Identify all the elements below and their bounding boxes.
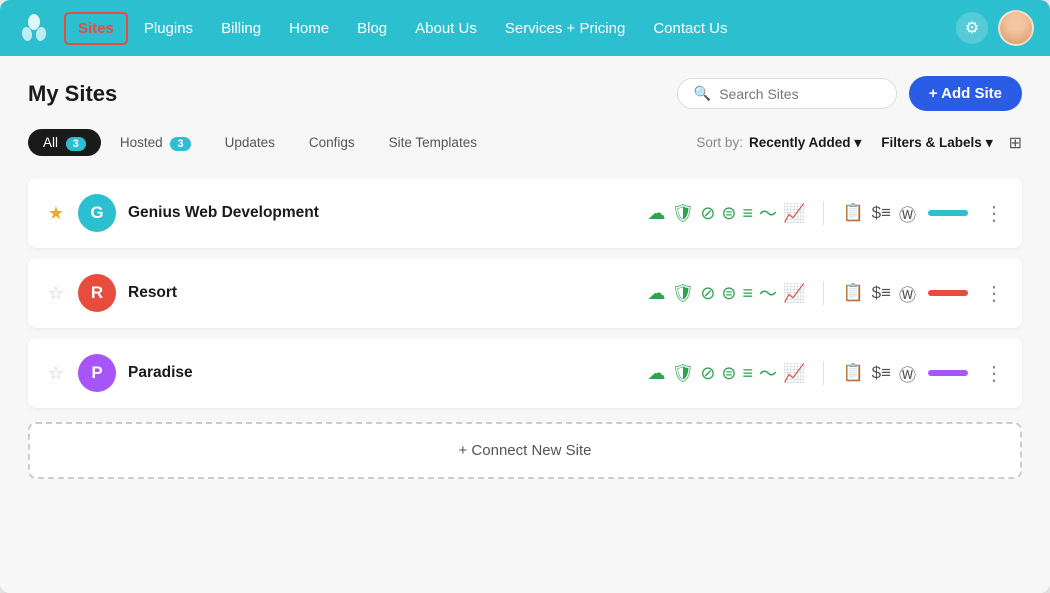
action-icons: 📋 $≡ Ⓦ <box>842 201 916 226</box>
divider <box>823 361 824 385</box>
site-status-icons: ☁ 🛡 ⊘ ⊜ ≡ 〜 📈 <box>647 360 805 386</box>
site-row: ★ G Genius Web Development ☁ 🛡 ⊘ ⊜ ≡ 〜 📈… <box>28 178 1022 248</box>
filter-configs[interactable]: Configs <box>294 129 370 156</box>
search-input[interactable] <box>719 86 879 102</box>
site-avatar: R <box>78 274 116 312</box>
shield-icon: 🛡 <box>671 203 694 224</box>
billing-icon[interactable]: $≡ <box>872 203 891 223</box>
site-name: Resort <box>128 284 635 302</box>
site-avatar: G <box>78 194 116 232</box>
sort-select[interactable]: Recently Added ▾ <box>749 135 861 151</box>
nav-about[interactable]: About Us <box>403 14 489 43</box>
action-icons: 📋 $≡ Ⓦ <box>842 361 916 386</box>
add-site-button[interactable]: + Add Site <box>909 76 1022 111</box>
nav-contact[interactable]: Contact Us <box>641 14 739 43</box>
pulse-icon: 〜 <box>759 280 777 306</box>
settings-icon[interactable]: ⚙ <box>956 12 988 44</box>
layers-icon: ⊜ <box>721 363 736 384</box>
menu-icon: ≡ <box>743 363 754 384</box>
grid-view-icon[interactable]: ⊞ <box>1009 133 1022 153</box>
cloud-icon: ☁ <box>647 283 665 304</box>
navbar: Sites Plugins Billing Home Blog About Us… <box>0 0 1050 56</box>
star-icon[interactable]: ☆ <box>46 363 66 384</box>
billing-icon[interactable]: $≡ <box>872 283 891 303</box>
site-color-bar <box>928 290 968 296</box>
circle-slash-icon: ⊘ <box>700 283 715 304</box>
site-avatar: P <box>78 354 116 392</box>
site-status-icons: ☁ 🛡 ⊘ ⊜ ≡ 〜 📈 <box>647 280 805 306</box>
divider <box>823 281 824 305</box>
chart-icon: 📈 <box>783 203 805 224</box>
star-icon[interactable]: ★ <box>46 203 66 224</box>
more-options-icon[interactable]: ⋮ <box>984 201 1004 226</box>
site-row: ☆ P Paradise ☁ 🛡 ⊘ ⊜ ≡ 〜 📈 📋 $≡ Ⓦ <box>28 338 1022 408</box>
page-title: My Sites <box>28 81 677 107</box>
site-color-bar <box>928 210 968 216</box>
layers-icon: ⊜ <box>721 283 736 304</box>
cloud-icon: ☁ <box>647 363 665 384</box>
pulse-icon: 〜 <box>759 200 777 226</box>
shield-icon: 🛡 <box>671 283 694 304</box>
connect-new-site-button[interactable]: + Connect New Site <box>28 422 1022 479</box>
nav-plugins[interactable]: Plugins <box>132 14 205 43</box>
document-icon[interactable]: 📋 <box>842 283 863 303</box>
connect-label: + Connect New Site <box>459 442 592 459</box>
site-row: ☆ R Resort ☁ 🛡 ⊘ ⊜ ≡ 〜 📈 📋 $≡ Ⓦ <box>28 258 1022 328</box>
top-row: My Sites 🔍 + Add Site <box>28 76 1022 111</box>
cloud-icon: ☁ <box>647 203 665 224</box>
filters-labels-button[interactable]: Filters & Labels ▾ <box>881 135 992 151</box>
wordpress-icon[interactable]: Ⓦ <box>899 201 916 226</box>
wordpress-icon[interactable]: Ⓦ <box>899 281 916 306</box>
nav-sites[interactable]: Sites <box>64 12 128 45</box>
nav-services[interactable]: Services + Pricing <box>493 14 637 43</box>
circle-slash-icon: ⊘ <box>700 363 715 384</box>
menu-icon: ≡ <box>743 203 754 224</box>
document-icon[interactable]: 📋 <box>842 203 863 223</box>
more-options-icon[interactable]: ⋮ <box>984 281 1004 306</box>
action-icons: 📋 $≡ Ⓦ <box>842 281 916 306</box>
pulse-icon: 〜 <box>759 360 777 386</box>
site-color-bar <box>928 370 968 376</box>
sites-list: ★ G Genius Web Development ☁ 🛡 ⊘ ⊜ ≡ 〜 📈… <box>28 178 1022 418</box>
document-icon[interactable]: 📋 <box>842 363 863 383</box>
nav-billing[interactable]: Billing <box>209 14 273 43</box>
logo <box>16 10 52 46</box>
star-icon[interactable]: ☆ <box>46 283 66 304</box>
shield-icon: 🛡 <box>671 363 694 384</box>
filter-all[interactable]: All 3 <box>28 129 101 156</box>
divider <box>823 201 824 225</box>
hosted-count: 3 <box>170 137 190 151</box>
wordpress-icon[interactable]: Ⓦ <box>899 361 916 386</box>
filter-site-templates[interactable]: Site Templates <box>374 129 492 156</box>
filter-hosted[interactable]: Hosted 3 <box>105 129 206 156</box>
nav-home[interactable]: Home <box>277 14 341 43</box>
chart-icon: 📈 <box>783 283 805 304</box>
billing-icon[interactable]: $≡ <box>872 363 891 383</box>
circle-slash-icon: ⊘ <box>700 203 715 224</box>
more-options-icon[interactable]: ⋮ <box>984 361 1004 386</box>
sort-by: Sort by: Recently Added ▾ <box>696 135 861 151</box>
layers-icon: ⊜ <box>721 203 736 224</box>
filter-bar: All 3 Hosted 3 Updates Configs Site Temp… <box>28 129 1022 162</box>
filter-updates[interactable]: Updates <box>210 129 290 156</box>
search-bar: 🔍 <box>677 78 897 109</box>
nav-blog[interactable]: Blog <box>345 14 399 43</box>
all-count: 3 <box>66 137 86 151</box>
avatar[interactable] <box>998 10 1034 46</box>
menu-icon: ≡ <box>743 283 754 304</box>
main-content: My Sites 🔍 + Add Site All 3 Hosted 3 Upd… <box>0 56 1050 593</box>
search-icon: 🔍 <box>694 85 711 102</box>
site-name: Paradise <box>128 364 635 382</box>
chart-icon: 📈 <box>783 363 805 384</box>
site-status-icons: ☁ 🛡 ⊘ ⊜ ≡ 〜 📈 <box>647 200 805 226</box>
site-name: Genius Web Development <box>128 204 635 222</box>
sort-label: Sort by: <box>696 135 743 150</box>
